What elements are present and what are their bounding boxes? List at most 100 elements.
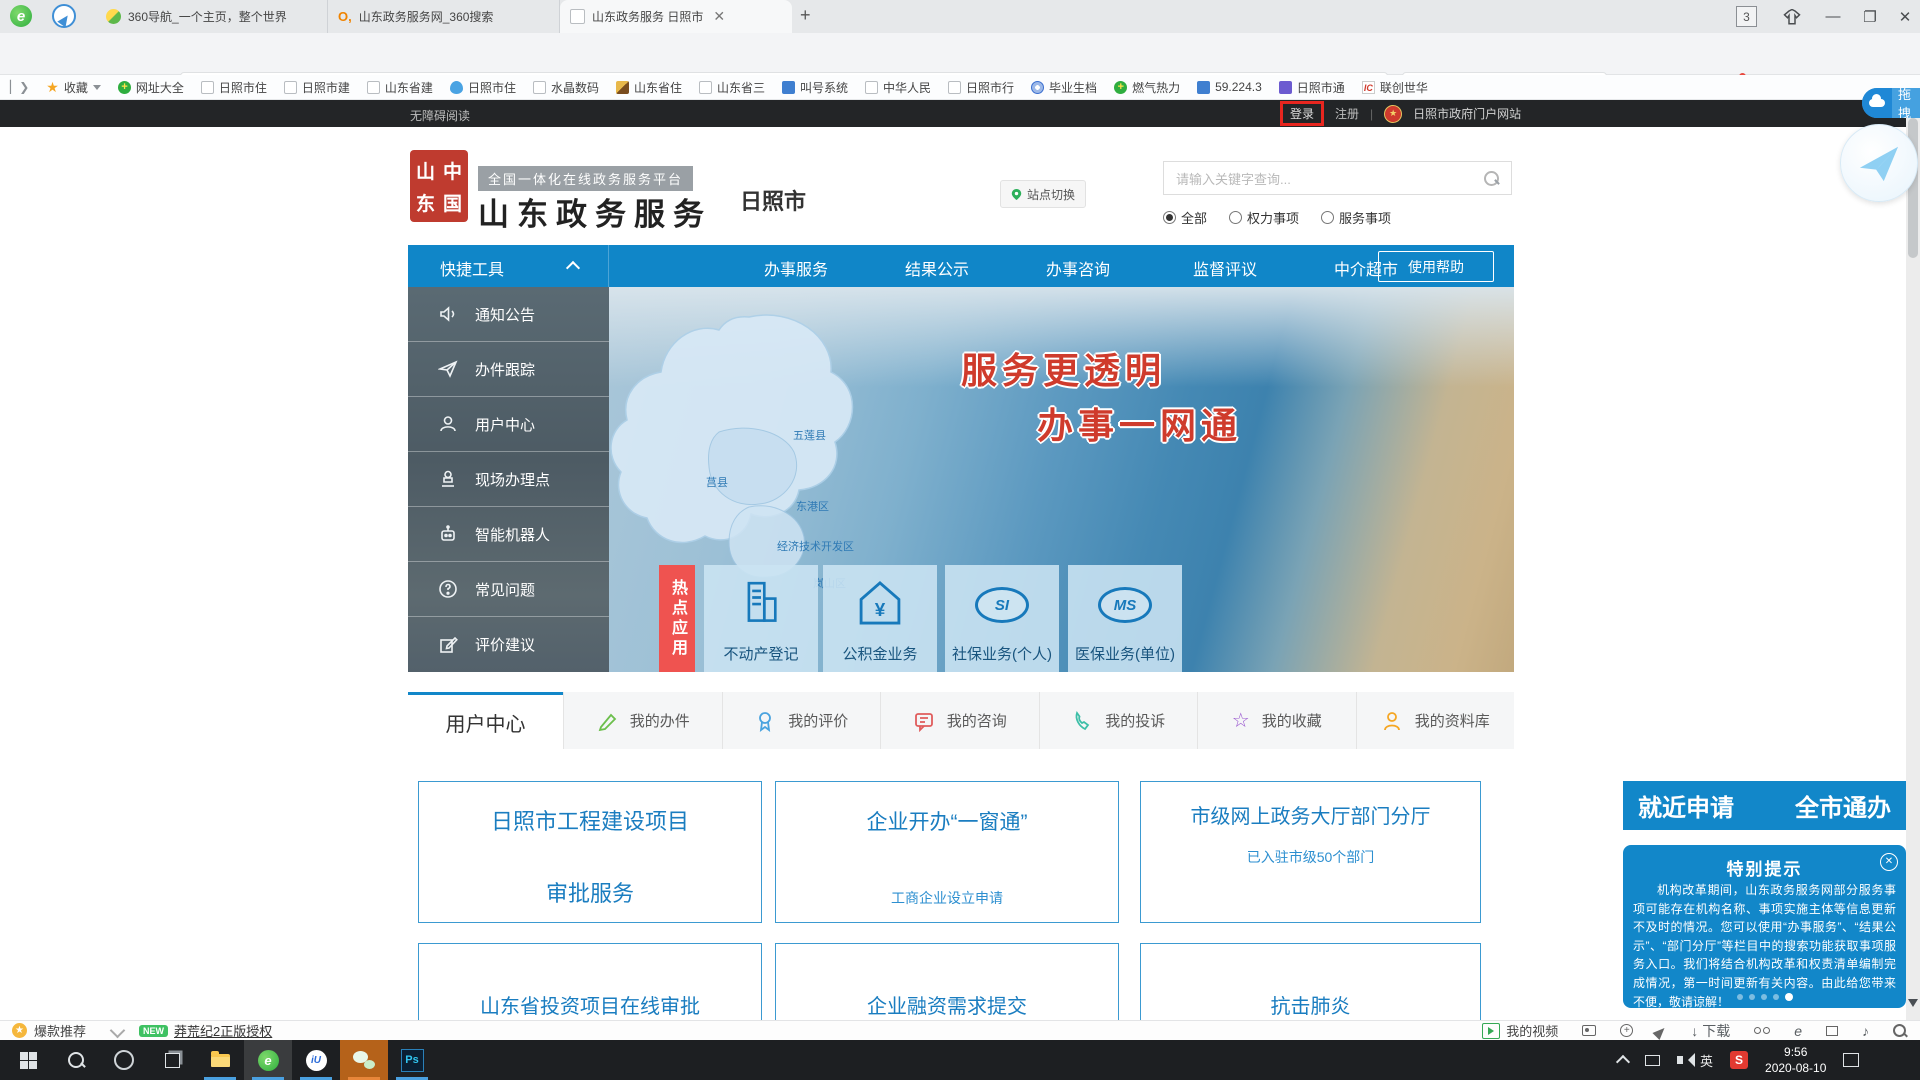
filter-all[interactable]: 全部 <box>1163 208 1207 227</box>
sogou-input-icon[interactable]: S <box>1730 1051 1748 1069</box>
cloud-drag-badge[interactable]: 拖拽 <box>1862 88 1920 118</box>
tab-active-rizhao[interactable]: 山东政务服务 日照市 ✕ <box>560 0 792 33</box>
nearby-apply-banner[interactable]: 就近申请 全市通办 <box>1623 781 1906 830</box>
cortana-button[interactable] <box>100 1040 148 1080</box>
sidebar-item-user-center[interactable]: 用户中心 <box>408 397 609 452</box>
filter-service-items[interactable]: 服务事项 <box>1321 208 1391 227</box>
boost-icon[interactable] <box>1653 1021 1672 1040</box>
radio-icon[interactable] <box>1321 211 1334 224</box>
tab-close-icon[interactable]: ✕ <box>713 8 725 25</box>
file-explorer-button[interactable] <box>196 1040 244 1080</box>
add-icon[interactable]: + <box>1620 1024 1633 1037</box>
sidebar-item-notices[interactable]: 通知公告 <box>408 287 609 342</box>
tab-count-badge[interactable]: 3 <box>1736 6 1757 27</box>
tab-360-nav[interactable]: 360导航_一个主页，整个世界 <box>96 0 328 33</box>
tile-housing-fund[interactable]: ¥ 公积金业务 <box>823 565 937 672</box>
sidebar-item-faq[interactable]: 常见问题 <box>408 562 609 617</box>
accessibility-link[interactable]: 无障碍阅读 <box>410 107 470 124</box>
bookmark-item[interactable]: 水晶数码 <box>533 79 599 96</box>
bookmark-item[interactable]: 59.224.3 <box>1197 80 1262 94</box>
tab-my-documents[interactable]: 我的资料库 <box>1356 692 1515 749</box>
portal-link[interactable]: 日照市政府门户网站 <box>1413 105 1521 122</box>
quick-tools-menu[interactable]: 快捷工具 <box>408 245 609 287</box>
register-link[interactable]: 注册 <box>1335 105 1359 122</box>
bookmark-item[interactable]: 山东省住 <box>616 79 682 96</box>
tab-my-complaints[interactable]: 我的投诉 <box>1039 692 1198 749</box>
page-scrollbar[interactable] <box>1906 100 1920 1020</box>
nav-banshi-fuwu[interactable]: 办事服务 <box>764 256 828 280</box>
mute-icon[interactable]: ♪ <box>1862 1024 1869 1038</box>
skin-icon[interactable] <box>1775 0 1809 33</box>
bookmark-item[interactable]: IC联创世华 <box>1362 79 1428 96</box>
hot-recommend[interactable]: ★ 爆款推荐 <box>12 1021 86 1040</box>
bookmark-item[interactable]: +网址大全 <box>118 79 184 96</box>
bookmark-item[interactable]: 毕业生档 <box>1031 79 1097 96</box>
tab-my-inquiries[interactable]: 我的咨询 <box>880 692 1039 749</box>
start-button[interactable] <box>4 1040 52 1080</box>
bookmark-item[interactable]: 中华人民 <box>865 79 931 96</box>
tile-real-estate[interactable]: 不动产登记 <box>704 565 818 672</box>
task-view-button[interactable] <box>148 1040 196 1080</box>
nearby-apply-label[interactable]: 就近申请 <box>1638 788 1734 823</box>
ie-mode-icon[interactable]: e <box>1794 1024 1802 1038</box>
favorites-button[interactable]: ★收藏 <box>46 79 101 96</box>
volume-icon[interactable] <box>1677 1056 1683 1064</box>
filter-power-items[interactable]: 权力事项 <box>1229 208 1299 227</box>
collapse-sidebar-icon[interactable]: ▏❯ <box>10 80 29 94</box>
sidebar-item-onsite-points[interactable]: 现场办理点 <box>408 452 609 507</box>
bookmark-item[interactable]: 叫号系统 <box>782 79 848 96</box>
snapshot-icon[interactable] <box>1582 1025 1596 1036</box>
tablet-mode-icon[interactable] <box>1645 1055 1660 1066</box>
bookmark-item[interactable]: 日照市行 <box>948 79 1014 96</box>
restore-button[interactable]: ❐ <box>1853 0 1887 33</box>
carousel-dots[interactable] <box>1623 993 1906 1001</box>
radio-checked-icon[interactable] <box>1163 211 1176 224</box>
card-enterprise-onestop[interactable]: 企业开办“一窗通” 工商企业设立申请 <box>775 781 1119 923</box>
floating-bird-widget[interactable] <box>1840 124 1918 202</box>
close-icon[interactable]: ✕ <box>1880 853 1898 871</box>
sidebar-item-tracking[interactable]: 办件跟踪 <box>408 342 609 397</box>
card-department-halls[interactable]: 市级网上政务大厅部门分厅 已入驻市级50个部门 <box>1140 781 1481 923</box>
radio-icon[interactable] <box>1229 211 1242 224</box>
new-tab-button[interactable]: + <box>800 5 811 26</box>
page-search-icon[interactable] <box>1893 1024 1906 1037</box>
close-button[interactable]: ✕ <box>1888 0 1920 33</box>
browser-360-button[interactable]: e <box>244 1040 292 1080</box>
bookmark-item[interactable]: +燃气热力 <box>1114 79 1180 96</box>
citywide-label[interactable]: 全市通办 <box>1795 788 1891 823</box>
scroll-down-icon[interactable] <box>1908 999 1918 1012</box>
browser-logo-icon[interactable]: e <box>10 5 32 27</box>
search-icon[interactable] <box>1484 171 1499 186</box>
compass-icon[interactable] <box>52 4 76 28</box>
promo-link[interactable]: 莽荒纪2正版授权 <box>174 1021 272 1040</box>
tab-360-search[interactable]: O, 山东政务服务网_360搜索 <box>328 0 560 33</box>
card-construction-approval[interactable]: 日照市工程建设项目 审批服务 <box>418 781 762 923</box>
window-split-icon[interactable] <box>1826 1026 1838 1036</box>
bookmark-item[interactable]: 山东省建 <box>367 79 433 96</box>
tray-expand-icon[interactable] <box>1616 1054 1630 1068</box>
help-button[interactable]: 使用帮助 <box>1378 251 1494 282</box>
tab-my-reviews[interactable]: 我的评价 <box>722 692 881 749</box>
minimize-button[interactable]: — <box>1816 0 1850 33</box>
nav-banshi-zixun[interactable]: 办事咨询 <box>1046 256 1110 280</box>
tab-my-items[interactable]: 我的办件 <box>563 692 722 749</box>
tile-social-insurance[interactable]: SI 社保业务(个人) <box>945 565 1059 672</box>
bookmark-item[interactable]: 日照市住 <box>450 79 516 96</box>
photoshop-button[interactable]: Ps <box>388 1040 436 1080</box>
taskbar-clock[interactable]: 9:56 2020-08-10 <box>1765 1044 1826 1076</box>
hero-banner[interactable]: 五莲县 莒县 东港区 经济技术开发区 岚山区 服务更透明 办事一网通 热点应用 … <box>609 287 1514 672</box>
tab-my-favorites[interactable]: ☆ 我的收藏 <box>1197 692 1356 749</box>
reading-mode-icon[interactable] <box>1754 1027 1770 1035</box>
tile-medical-insurance[interactable]: MS 医保业务(单位) <box>1068 565 1182 672</box>
login-link[interactable]: 登录 <box>1280 101 1324 126</box>
nav-jieguo-gongshi[interactable]: 结果公示 <box>905 256 969 280</box>
bookmark-item[interactable]: 日照市通 <box>1279 79 1345 96</box>
sidebar-item-feedback[interactable]: 评价建议 <box>408 617 609 672</box>
site-search-input[interactable]: 请输入关键字查询... <box>1163 161 1512 195</box>
bookmark-item[interactable]: 山东省三 <box>699 79 765 96</box>
bookmark-item[interactable]: 日照市住 <box>201 79 267 96</box>
site-switch-button[interactable]: 站点切换 <box>1000 180 1086 208</box>
tab-user-center[interactable]: 用户中心 <box>408 692 563 749</box>
input-language[interactable]: 英 <box>1700 1051 1713 1070</box>
wechat-button[interactable] <box>340 1040 388 1080</box>
